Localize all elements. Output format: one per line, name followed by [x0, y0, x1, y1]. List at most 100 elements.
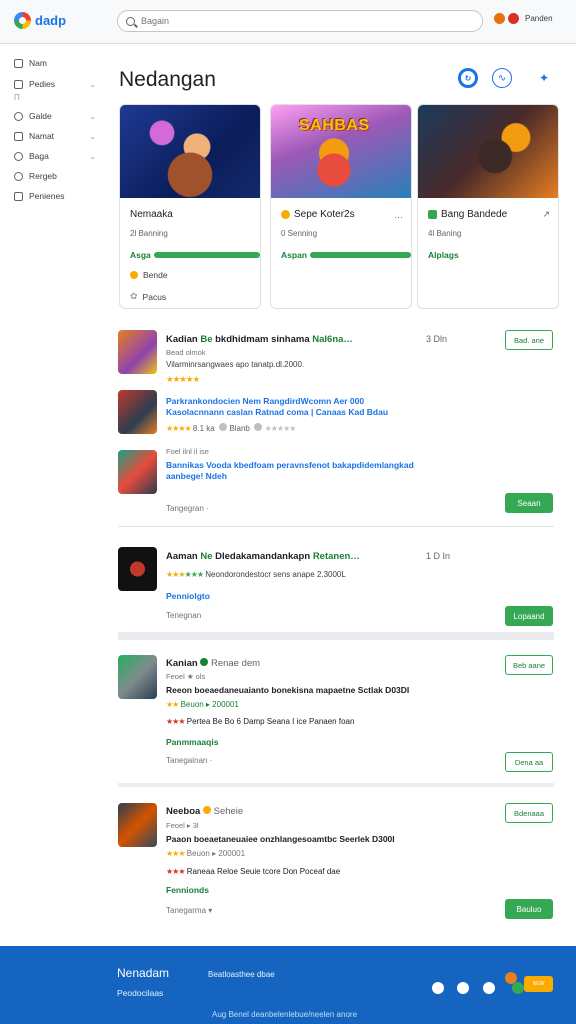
title-part: Dledakamandankapn	[215, 551, 311, 562]
rating-row: ★★★ Beuon ▸ 200001	[166, 849, 245, 858]
circle-icon	[219, 423, 228, 431]
footer: Nenadam Peodocilaas Beatloasthee dbae Au…	[0, 946, 576, 1024]
status-dot	[200, 658, 209, 666]
section-divider	[118, 632, 554, 640]
sidebar-item-label: Penienes	[29, 191, 65, 201]
list-item-link[interactable]: Penniolgto	[166, 591, 210, 601]
promo-badge[interactable]: NEW	[524, 976, 553, 992]
title-part: Seheie	[213, 806, 244, 817]
title-highlight: Retanen…	[312, 551, 360, 562]
app-badge-icon	[428, 210, 437, 219]
rating-stars: ★★★★	[166, 424, 192, 433]
more-icon[interactable]: …	[394, 210, 403, 220]
circle-icon	[14, 111, 23, 121]
rating-stars: ★★★	[184, 570, 204, 579]
card-title: Sepe Koter2s…	[281, 209, 403, 220]
game-thumbnail[interactable]	[118, 450, 157, 494]
sidebar-item-baga[interactable]: Baga ⌄	[14, 151, 96, 161]
external-link-icon[interactable]: ↗	[542, 209, 550, 220]
game-thumbnail[interactable]	[118, 655, 157, 699]
list-item-link[interactable]: Kasolacnnann caslan Ratnad coma | Canaas…	[166, 407, 388, 417]
list-item-link[interactable]: Bannikas Vooda kbedfoam peravnsfenot bak…	[166, 460, 414, 470]
sidebar-item-pedies[interactable]: Pedies ⌄	[14, 79, 96, 89]
game-card[interactable]: Bang Bandede ↗ 4l Baning Alplags	[417, 104, 559, 309]
sidebar-item-rergeb[interactable]: Rergeb	[14, 171, 96, 181]
avatar[interactable]	[494, 13, 505, 24]
list-item-link[interactable]: aanbege! Ndeh	[166, 471, 227, 481]
sidebar-item-label: Nam	[29, 58, 47, 68]
avatar-secondary[interactable]	[508, 13, 519, 24]
game-art-battle-fire[interactable]	[418, 105, 558, 198]
list-item-description: Paaon boeaetaneuaiee onzhlangesoamtbc Se…	[166, 834, 395, 844]
list-item-footer[interactable]: Tangegran ·	[166, 504, 209, 513]
card-title: Bang Bandede ↗	[428, 209, 550, 220]
item-count: 1 D In	[426, 551, 451, 561]
list-item-footer[interactable]: Tenegnan	[166, 611, 201, 620]
search-icon	[126, 16, 135, 26]
footer-subtitle[interactable]: Peodocilaas	[117, 988, 163, 998]
status-dot	[202, 806, 211, 814]
info-row-text: Raneaa Reloe Seuie tcore Don Poceaf dae	[186, 867, 341, 876]
list-item-footer[interactable]: Tanegainan ·	[166, 756, 212, 765]
rating-meta: Beuon ▸ 200001	[180, 700, 239, 709]
app-logo[interactable]: dadp	[14, 12, 66, 29]
sparkle-icon[interactable]: ✦	[534, 68, 554, 88]
tag-label: Blanb	[229, 424, 250, 433]
refresh-icon[interactable]: ↻	[458, 68, 478, 88]
sidebar-item-nam[interactable]: Nam	[14, 58, 96, 68]
item-action-button[interactable]: Beb aane	[505, 655, 553, 675]
list-item-title[interactable]: Neeboa Seheie	[166, 806, 243, 817]
info-row: ★★★ Pertea Be Bo 6 Damp Seana I ice Pana…	[166, 717, 355, 726]
list-item-description: Reeon boeaedaneuaianto bonekisna mapaetn…	[166, 685, 410, 695]
game-thumbnail[interactable]	[118, 803, 157, 847]
section-primary-button[interactable]: Bauluo	[505, 899, 553, 919]
item-action-button[interactable]: Bad. ane	[505, 330, 553, 350]
chat-icon[interactable]	[432, 982, 444, 994]
account-area[interactable]: Panden	[494, 13, 553, 24]
list-item-footer[interactable]: Tanegarma ▾	[166, 906, 212, 915]
grid-icon	[14, 58, 23, 68]
activity-icon[interactable]: ∿	[492, 68, 512, 88]
sidebar-item-penienes[interactable]: Penienes	[14, 191, 96, 201]
info-row-text: Pertea Be Bo 6 Damp Seana I ice Panaen f…	[186, 717, 355, 726]
help-icon[interactable]	[457, 982, 469, 994]
card-subtitle: 2l Banning	[130, 229, 168, 238]
info-icon[interactable]	[483, 982, 495, 994]
sidebar: Nam Pedies ⌄ П Galde ⌄ Namat ⌄ Baga ⌄ Rergeb…	[0, 44, 104, 946]
list-item-link[interactable]: Panmmaaqis	[166, 737, 218, 747]
sidebar-item-galde[interactable]: Galde ⌄	[14, 111, 96, 121]
footer-links[interactable]: Beatloasthee dbae	[208, 970, 275, 979]
list-item-meta: Foel ilnl il ise	[166, 447, 209, 456]
search-input[interactable]: Bagain	[141, 16, 169, 26]
coin-icon	[130, 271, 138, 279]
game-thumbnail[interactable]	[118, 390, 157, 434]
list-item-title[interactable]: Aaman Ne Dledakamandankapn Retanen…	[166, 551, 360, 562]
list-item-link[interactable]: Fennionds	[166, 885, 209, 895]
game-thumbnail[interactable]	[118, 547, 157, 591]
status-label: Aspan	[281, 250, 307, 260]
account-label[interactable]: Panden	[525, 14, 553, 23]
list-item-title[interactable]: Kadian Be bkdhidmam sinhama Nal6na…	[166, 334, 353, 345]
list-section: Neeboa Seheie Feoel ▸ 3l Paaon boeaetane…	[118, 803, 558, 923]
list-item-title[interactable]: Kanian Renae dem	[166, 658, 260, 669]
search-bar[interactable]: Bagain	[117, 10, 483, 32]
game-card[interactable]: Nemaaka 2l Banning Asga Bende ✿ Pacus	[119, 104, 261, 309]
rating-stars: ★★	[166, 700, 179, 709]
section-divider	[118, 526, 554, 527]
section-divider	[118, 783, 554, 787]
rating-row: ★★★★ 8.1 ka Blanb ★★★★★	[166, 423, 296, 433]
section-secondary-button[interactable]: Dena aa	[505, 752, 553, 772]
rating-value: 8.1 ka	[192, 424, 215, 433]
sidebar-item-namat[interactable]: Namat ⌄	[14, 131, 96, 141]
avatar[interactable]	[512, 982, 524, 994]
status-label: Asga	[130, 250, 151, 260]
section-primary-button[interactable]: Lopaand	[505, 606, 553, 626]
list-item-link[interactable]: Parkrankondocien Nem RangdirdWcomn Aer 0…	[166, 396, 364, 406]
game-art-colorful-mascot[interactable]: SAHBAS	[271, 105, 411, 198]
game-thumbnail[interactable]	[118, 330, 157, 374]
game-art-space-soldier[interactable]	[120, 105, 260, 198]
game-card[interactable]: SAHBAS Sepe Koter2s … 0 Senning Aspan	[270, 104, 412, 309]
item-action-button[interactable]: Bdenaaa	[505, 803, 553, 823]
section-primary-button[interactable]: Seaan	[505, 493, 553, 513]
chevron-down-icon: ⌄	[89, 111, 96, 121]
